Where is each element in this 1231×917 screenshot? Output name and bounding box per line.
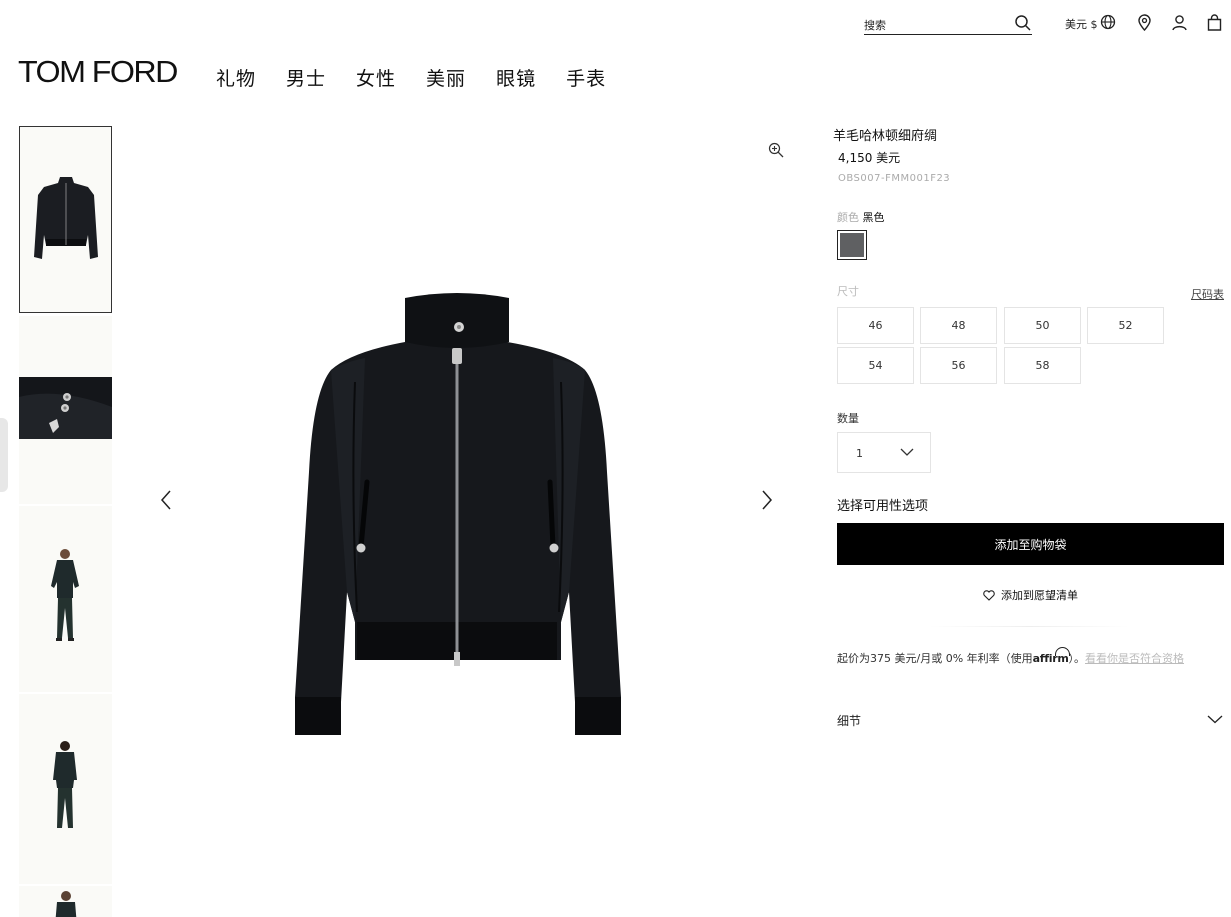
thumbnail-detail[interactable] bbox=[19, 316, 112, 504]
quantity-select[interactable]: 1 bbox=[837, 432, 931, 473]
color-value: 黑色 bbox=[862, 211, 885, 224]
chevron-down-icon[interactable] bbox=[1207, 714, 1223, 724]
model-front-image bbox=[51, 549, 79, 641]
product-main-image bbox=[295, 293, 621, 735]
currency-selector[interactable]: 美元 $ bbox=[1065, 16, 1098, 32]
jacket-thumbnail-image bbox=[34, 177, 98, 259]
main-navigation: 礼物 男士 女性 美丽 眼镜 手表 bbox=[216, 64, 636, 91]
details-accordion-label[interactable]: 细节 bbox=[837, 712, 861, 729]
chevron-down-icon bbox=[900, 448, 914, 456]
search-input[interactable]: 搜索 bbox=[864, 13, 1032, 35]
color-label: 颜色 bbox=[837, 211, 859, 224]
size-label: 尺寸 bbox=[837, 285, 859, 298]
product-price: 4,150 美元 bbox=[838, 151, 901, 165]
thumbnail-model-side[interactable] bbox=[19, 886, 112, 917]
prequalify-link[interactable]: 看看你是否符合资格 bbox=[1085, 652, 1184, 665]
nav-item-eyewear[interactable]: 眼镜 bbox=[496, 64, 536, 91]
thumbnail-model-front[interactable] bbox=[19, 506, 112, 692]
thumbnail-model-back[interactable] bbox=[19, 694, 112, 884]
thumbnail-front[interactable] bbox=[19, 126, 112, 313]
color-swatch-black[interactable] bbox=[837, 230, 867, 260]
financing-message: 起价为375 美元/月或 0% 年利率（使用affirm）。看看你是否符合资格 bbox=[837, 650, 1184, 666]
globe-icon[interactable] bbox=[1100, 14, 1116, 30]
color-row: 颜色 黑色 bbox=[837, 209, 885, 225]
nav-item-women[interactable]: 女性 bbox=[356, 64, 396, 91]
finance-close: ）。 bbox=[1068, 652, 1086, 665]
collar-detail-image bbox=[19, 377, 112, 439]
size-option[interactable]: 48 bbox=[920, 307, 997, 344]
location-pin-icon[interactable] bbox=[1136, 14, 1153, 31]
nav-item-watches[interactable]: 手表 bbox=[566, 64, 606, 91]
size-guide-link[interactable]: 尺码表 bbox=[1191, 286, 1224, 302]
heart-icon bbox=[983, 589, 995, 601]
quantity-value: 1 bbox=[856, 447, 863, 460]
search-icon[interactable] bbox=[1014, 14, 1032, 32]
top-utility-bar: 搜索 美元 $ bbox=[0, 0, 1231, 50]
add-to-bag-button[interactable]: 添加至购物袋 bbox=[837, 523, 1224, 565]
shopping-bag-icon[interactable] bbox=[1206, 14, 1223, 31]
model-side-image bbox=[55, 891, 77, 917]
add-to-wishlist-button[interactable]: 添加到愿望清单 bbox=[837, 585, 1224, 605]
divider bbox=[930, 626, 1130, 627]
size-option[interactable]: 56 bbox=[920, 347, 997, 384]
size-option[interactable]: 58 bbox=[1004, 347, 1081, 384]
swatch-fill bbox=[840, 233, 864, 257]
product-title: 羊毛哈林顿细府绸 bbox=[833, 129, 938, 144]
availability-heading: 选择可用性选项 bbox=[837, 499, 929, 514]
size-option[interactable]: 50 bbox=[1004, 307, 1081, 344]
product-sku: OBS007-FMM001F23 bbox=[838, 173, 951, 184]
size-option[interactable]: 46 bbox=[837, 307, 914, 344]
zoom-icon[interactable] bbox=[768, 142, 784, 158]
affirm-logo: affirm bbox=[1032, 652, 1069, 665]
edge-tab bbox=[0, 418, 8, 492]
wishlist-label: 添加到愿望清单 bbox=[1001, 589, 1078, 602]
previous-image-arrow-icon[interactable] bbox=[159, 488, 173, 512]
nav-item-men[interactable]: 男士 bbox=[286, 64, 326, 91]
nav-item-gifts[interactable]: 礼物 bbox=[216, 64, 256, 91]
finance-text: 起价为375 美元/月或 0% 年利率（使用 bbox=[837, 652, 1033, 665]
brand-logo[interactable]: TOM FORD bbox=[18, 54, 178, 90]
size-option[interactable]: 54 bbox=[837, 347, 914, 384]
model-back-image bbox=[53, 741, 77, 828]
nav-item-beauty[interactable]: 美丽 bbox=[426, 64, 466, 91]
quantity-label: 数量 bbox=[837, 412, 859, 425]
size-option[interactable]: 52 bbox=[1087, 307, 1164, 344]
search-placeholder: 搜索 bbox=[864, 19, 886, 32]
next-image-arrow-icon[interactable] bbox=[760, 488, 774, 512]
account-icon[interactable] bbox=[1171, 14, 1188, 31]
